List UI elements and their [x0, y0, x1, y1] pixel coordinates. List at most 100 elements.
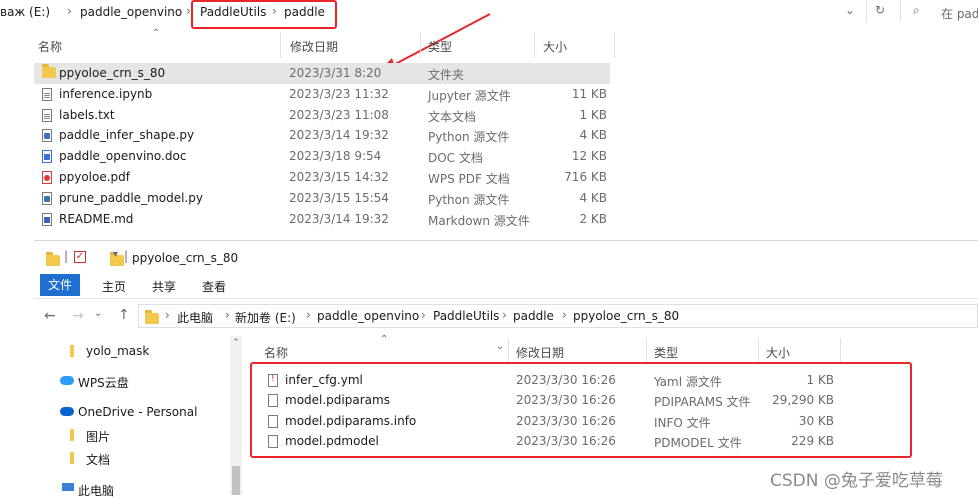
- nav-item-documents[interactable]: 文档: [34, 447, 230, 469]
- file-name: labels.txt: [59, 107, 115, 122]
- file-modified: 2023/3/14 19:32: [289, 211, 389, 226]
- file-size: 2 KB: [579, 211, 607, 226]
- column-modified[interactable]: 修改日期: [290, 38, 338, 55]
- back-arrow-icon[interactable]: ←: [44, 308, 56, 324]
- address-field[interactable]: › 此电脑 › 新加卷 (E:) › paddle_openvino › Pad…: [138, 304, 978, 328]
- folder-icon: [42, 64, 56, 81]
- breadcrumb-paddle-openvino[interactable]: paddle_openvino: [80, 5, 182, 19]
- nav-item-pictures[interactable]: 图片: [34, 424, 230, 446]
- up-arrow-icon[interactable]: ↑: [118, 307, 130, 323]
- file-type: DOC 文档: [428, 151, 483, 166]
- file-row[interactable]: labels.txt 2023/3/23 11:08 文本文档 1 KB: [34, 105, 610, 126]
- divider-glyph: |: [124, 249, 129, 263]
- address-crumb-paddle[interactable]: paddle: [513, 309, 554, 323]
- nav-label: WPS云盘: [78, 376, 129, 390]
- file-modified: 2023/3/14 19:32: [289, 128, 389, 143]
- recent-dropdown-icon[interactable]: ⌄: [94, 308, 102, 319]
- chevron-right-icon: ›: [421, 308, 426, 322]
- bottom-title-bar: | ✓ ▾ | ppyoloe_crn_s_80: [34, 244, 978, 272]
- text-file-icon: [42, 108, 52, 125]
- divider-glyph: |: [64, 249, 69, 263]
- file-type: Python 源文件: [428, 192, 510, 207]
- file-modified: 2023/3/15 14:32: [289, 170, 389, 184]
- chevron-right-icon: ›: [502, 308, 507, 322]
- nav-label: OneDrive - Personal: [78, 405, 198, 419]
- file-size: 1 KB: [579, 107, 607, 122]
- forward-arrow-icon[interactable]: →: [72, 308, 84, 324]
- python-file-icon: [42, 191, 52, 208]
- file-name: ppyoloe.pdf: [59, 170, 131, 184]
- file-row[interactable]: ppyoloe.pdf 2023/3/15 14:32 WPS PDF 文档 716 …: [34, 167, 610, 188]
- file-type: Jupyter 源文件: [428, 88, 511, 103]
- nav-item-yolo-mask[interactable]: yolo_mask: [34, 340, 230, 362]
- chevron-right-icon: ›: [225, 308, 230, 322]
- file-type: 文本文档: [428, 109, 477, 124]
- file-row[interactable]: ppyoloe_crn_s_80 2023/3/31 8:20 文件夹: [34, 63, 610, 84]
- computer-icon: [62, 483, 74, 491]
- file-row[interactable]: paddle_openvino.doc 2023/3/18 9:54 DOC 文档 1…: [34, 146, 610, 167]
- refresh-icon: ↻: [875, 3, 886, 17]
- file-row[interactable]: prune_paddle_model.py 2023/3/15 15:54 Pyth…: [34, 188, 610, 209]
- file-row[interactable]: README.md 2023/3/14 19:32 Markdown 源文件 2 KB: [34, 209, 610, 230]
- file-size: 4 KB: [579, 128, 607, 143]
- column-dropdown-icon[interactable]: ⌄: [496, 341, 504, 352]
- address-crumb-current[interactable]: ppyoloe_crn_s_80: [573, 309, 679, 323]
- file-type: 文件夹: [428, 68, 465, 82]
- tab-share[interactable]: 共享: [152, 278, 176, 295]
- markdown-file-icon: [42, 212, 52, 229]
- file-name: ppyoloe_crn_s_80: [59, 66, 166, 80]
- file-size: 716 KB: [564, 170, 607, 184]
- folder-icon: [145, 310, 159, 324]
- chevron-right-icon: ›: [306, 308, 311, 322]
- column-modified[interactable]: 修改日期: [516, 344, 564, 361]
- chevron-right-icon: ›: [67, 4, 72, 18]
- file-name: paddle_infer_shape.py: [59, 128, 195, 143]
- chevron-down-icon[interactable]: ⌄: [845, 3, 855, 17]
- file-type: Python 源文件: [428, 130, 510, 145]
- window-divider: [34, 240, 978, 241]
- doc-file-icon: [42, 150, 52, 166]
- pdf-file-icon: [42, 171, 52, 187]
- tab-file[interactable]: 文件: [40, 274, 80, 296]
- address-crumb-drive[interactable]: 新加卷 (E:): [235, 309, 296, 326]
- quick-access-dropdown-icon[interactable]: ▾: [113, 249, 118, 260]
- properties-checkbox-icon[interactable]: ✓: [74, 251, 86, 263]
- refresh-button[interactable]: ↻: [866, 0, 893, 22]
- nav-label: 此电脑: [78, 484, 115, 498]
- file-name: paddle_openvino.doc: [59, 149, 187, 164]
- nav-item-onedrive[interactable]: OneDrive - Personal: [34, 401, 230, 423]
- column-size[interactable]: 大小: [543, 38, 567, 55]
- ribbon-tabs: 文件 主页 共享 查看: [34, 274, 978, 296]
- tab-view[interactable]: 查看: [202, 278, 226, 295]
- file-name: inference.ipynb: [59, 86, 153, 101]
- address-crumb-paddleutils[interactable]: PaddleUtils: [433, 309, 499, 323]
- address-crumb-this-pc[interactable]: 此电脑: [177, 309, 213, 326]
- top-column-headers: 名称 ⌃ 修改日期 类型 大小: [0, 28, 620, 60]
- column-name[interactable]: 名称: [38, 38, 62, 55]
- ribbon-separator: [34, 298, 978, 299]
- scrollbar-thumb[interactable]: [232, 466, 240, 495]
- address-crumb-paddle-openvino[interactable]: paddle_openvino: [317, 309, 419, 323]
- bottom-address-bar: ← → ⌄ ↑ › 此电脑 › 新加卷 (E:) › paddle_openvi…: [34, 304, 978, 330]
- scroll-up-icon[interactable]: ⌃: [232, 338, 240, 348]
- column-type[interactable]: 类型: [654, 344, 678, 361]
- folder-icon: [70, 452, 74, 464]
- file-row[interactable]: paddle_infer_shape.py 2023/3/14 19:32 Pyth…: [34, 125, 610, 146]
- nav-item-wps-cloud[interactable]: WPS云盘: [34, 370, 230, 392]
- file-type: WPS PDF 文档: [428, 172, 510, 186]
- file-row[interactable]: inference.ipynb 2023/3/23 11:32 Jupyter 源文…: [34, 84, 610, 105]
- search-input[interactable]: ⌕ 在 pado: [900, 0, 978, 22]
- folder-icon: [46, 252, 60, 266]
- file-type: Markdown 源文件: [428, 213, 530, 228]
- column-size[interactable]: 大小: [766, 344, 790, 361]
- nav-item-this-pc[interactable]: 此电脑: [34, 478, 230, 500]
- column-type[interactable]: 类型: [428, 38, 452, 55]
- file-modified: 2023/3/23 11:08: [289, 107, 389, 122]
- nav-scrollbar[interactable]: ⌃: [230, 336, 242, 495]
- nav-label: 文档: [86, 453, 111, 467]
- breadcrumb-drive[interactable]: важ (E:): [0, 5, 50, 19]
- column-name[interactable]: 名称: [264, 344, 288, 361]
- folder-icon: [70, 345, 74, 357]
- chevron-right-icon: ›: [562, 308, 567, 322]
- tab-home[interactable]: 主页: [102, 278, 126, 295]
